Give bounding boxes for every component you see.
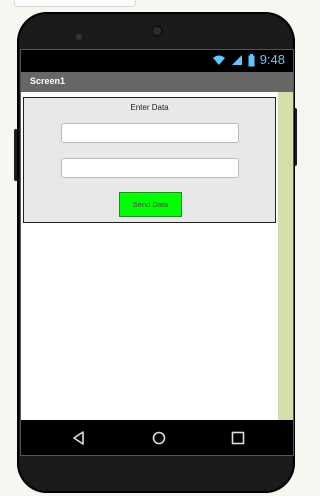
- navigation-bar: [21, 420, 293, 455]
- data-input-2[interactable]: [61, 158, 239, 178]
- data-input-1[interactable]: [61, 123, 239, 143]
- status-icons: 9:48: [212, 53, 285, 67]
- home-icon[interactable]: [151, 430, 167, 446]
- data-entry-panel: Enter Data Send Data: [23, 97, 276, 223]
- phone-frame: 9:48 Screen1 Enter Data Send Data: [17, 12, 295, 493]
- top-tab: [14, 0, 136, 7]
- wifi-icon: [212, 54, 226, 66]
- right-edge-stripe: [278, 92, 293, 420]
- status-time: 9:48: [259, 52, 285, 67]
- battery-icon: [248, 53, 255, 67]
- app-content: Enter Data Send Data: [21, 92, 278, 420]
- status-bar: 9:48: [21, 50, 293, 72]
- recent-apps-icon[interactable]: [230, 430, 246, 446]
- phone-sensor: [76, 34, 82, 40]
- enter-data-label: Enter Data: [130, 103, 169, 112]
- signal-icon: [231, 54, 243, 66]
- screen-title: Screen1: [30, 76, 66, 86]
- send-data-button[interactable]: Send Data: [119, 192, 182, 217]
- phone-camera: [151, 25, 163, 37]
- app-title-bar: Screen1: [21, 72, 293, 92]
- phone-screen: 9:48 Screen1 Enter Data Send Data: [20, 49, 294, 456]
- back-icon[interactable]: [71, 430, 87, 446]
